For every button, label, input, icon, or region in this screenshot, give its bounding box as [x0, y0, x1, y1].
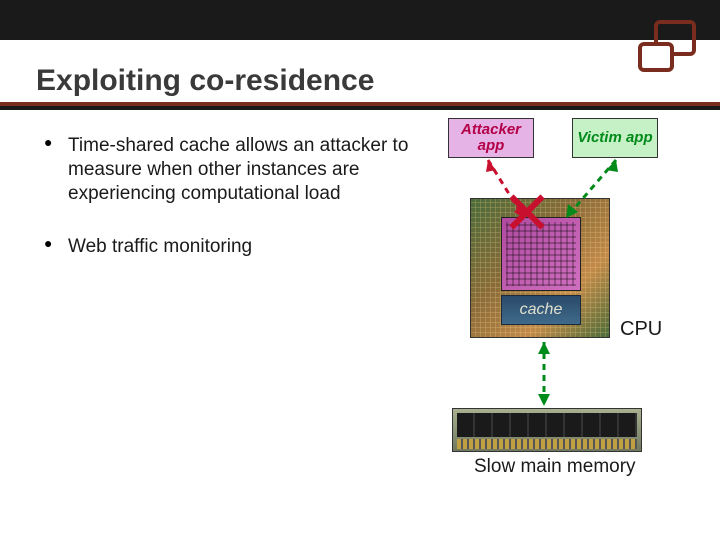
- bullet-item: Time-shared cache allows an attacker to …: [44, 134, 424, 205]
- ram-module-icon: [452, 408, 642, 452]
- bullet-item: Web traffic monitoring: [44, 235, 424, 259]
- attacker-app-box: Attacker app: [448, 118, 534, 158]
- slide-title: Exploiting co-residence: [36, 64, 720, 98]
- cpu-label: CPU: [620, 318, 662, 341]
- slide: Exploiting co-residence Time-shared cach…: [0, 0, 720, 540]
- bullet-list: Time-shared cache allows an attacker to …: [44, 134, 424, 259]
- memory-label: Slow main memory: [474, 456, 636, 478]
- victim-app-box: Victim app: [572, 118, 658, 158]
- diagram: Attacker app Victim app cache: [440, 118, 700, 498]
- top-bar: [0, 0, 720, 40]
- title-area: Exploiting co-residence: [0, 40, 720, 106]
- cache-label: cache: [501, 295, 581, 325]
- blocked-cross-icon: [506, 192, 546, 232]
- content-area: Time-shared cache allows an attacker to …: [0, 106, 720, 259]
